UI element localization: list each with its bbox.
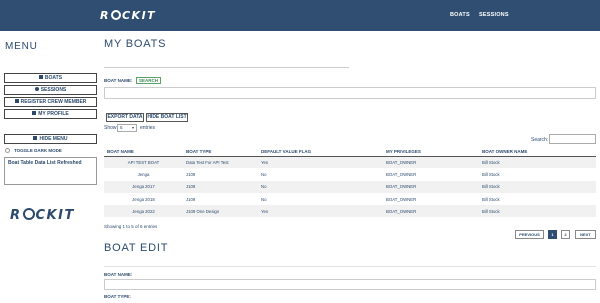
boat-name-cell: API TEST BOAT (104, 156, 183, 169)
section-divider (104, 266, 596, 267)
rockit-side-logo: R CKIT (10, 208, 75, 223)
previous-page-button[interactable]: PREVIOUS (515, 230, 544, 239)
boat-type-cell: J109 One Design (183, 205, 258, 218)
default-flag-cell: Yes (258, 156, 383, 169)
hide-icon (33, 136, 38, 140)
boat-name-cell: Jenga (104, 168, 183, 181)
table-row[interactable]: Jenga 2017 J109 No BOAT_OWNER Bill Stock (104, 180, 596, 193)
ship-icon (38, 75, 43, 79)
entries-label: entries (140, 125, 156, 131)
hide-menu-button[interactable]: HIDE MENU (4, 134, 97, 144)
sidebar-item-my-profile[interactable]: MY PROFILE (4, 109, 97, 119)
boat-name-cell: Jenga 2022 (104, 205, 183, 218)
column-header[interactable]: DEFAULT VALUE FLAG (258, 147, 383, 157)
table-search-label: Search: (531, 137, 549, 143)
boat-type-cell: Data Test For API Test (183, 156, 258, 169)
table-row[interactable]: Jenga 2022 J109 One Design Yes BOAT_OWNE… (104, 205, 596, 218)
boats-table: BOAT NAME BOAT TYPE DEFAULT VALUE FLAG M… (104, 147, 596, 218)
table-row[interactable]: API TEST BOAT Data Test For API Test Yes… (104, 156, 596, 169)
show-label: Show (104, 125, 117, 131)
edit-boat-name-label: BOAT NAME: (104, 272, 133, 277)
logo-ring-icon (22, 208, 35, 220)
privileges-cell: BOAT_OWNER (383, 180, 479, 193)
edit-boat-name-input[interactable] (104, 279, 596, 290)
profile-icon (32, 111, 37, 115)
boat-name-label: BOAT NAME: (104, 78, 133, 83)
page-title: MY BOATS (104, 38, 167, 50)
notification-textarea[interactable]: Boat Table Data List Refreshed (4, 157, 97, 185)
boat-type-cell: J109 (183, 168, 258, 181)
boat-name-input[interactable] (104, 87, 596, 99)
page-1-button[interactable]: 1 (548, 230, 557, 239)
boat-type-cell: J109 (183, 192, 258, 206)
default-flag-cell: No (258, 168, 383, 181)
default-flag-cell: No (258, 180, 383, 193)
rockit-logo[interactable]: R CKIT (100, 9, 156, 22)
export-data-button[interactable]: EXPORT DATA (106, 113, 144, 122)
owner-name-cell: Bill Stock (479, 156, 596, 169)
owner-name-cell: Bill Stock (479, 180, 596, 193)
privileges-cell: BOAT_OWNER (383, 168, 479, 181)
sidebar-item-label: BOATS (44, 75, 63, 81)
logo-ring-icon (110, 10, 121, 20)
table-search-input[interactable] (549, 134, 596, 144)
column-header[interactable]: BOAT NAME (104, 147, 183, 157)
sidebar-item-label: REGISTER CREW MEMBER (20, 99, 87, 105)
sidebar-item-register-crew[interactable]: REGISTER CREW MEMBER (4, 97, 97, 107)
sidebar-item-boats[interactable]: BOATS (4, 73, 97, 83)
boat-name-cell: Jenga 2018 (104, 192, 183, 206)
hide-menu-label: HIDE MENU (39, 136, 68, 142)
default-flag-cell: Yes (258, 205, 383, 218)
hide-boat-list-button[interactable]: HIDE BOAT LIST (146, 113, 188, 122)
table-row[interactable]: Jenga 2018 J109 No BOAT_OWNER Bill Stock (104, 192, 596, 206)
boat-edit-title: BOAT EDIT (104, 242, 169, 254)
sidebar-item-label: SESSIONS (40, 87, 67, 93)
top-navbar: R CKIT BOATS SESSIONS (0, 0, 600, 31)
default-flag-cell: No (258, 192, 383, 206)
dark-mode-label: TOGGLE DARK MODE (14, 148, 62, 153)
menu-title: MENU (5, 41, 38, 52)
boat-type-cell: J109 (183, 180, 258, 193)
entries-per-page-value: 5 (120, 125, 123, 130)
dark-mode-toggle[interactable]: TOGGLE DARK MODE (5, 148, 62, 153)
owner-name-cell: Bill Stock (479, 168, 596, 181)
boat-name-cell: Jenga 2017 (104, 180, 183, 193)
table-info-text: Showing 1 to 5 of 6 entries (104, 224, 158, 229)
table-row[interactable]: Jenga J109 No BOAT_OWNER Bill Stock (104, 168, 596, 181)
nav-sessions-link[interactable]: SESSIONS (479, 12, 509, 18)
column-header[interactable]: MY PRIVILEGES (383, 147, 479, 157)
search-button[interactable]: SEARCH (136, 77, 161, 84)
edit-boat-type-label: BOAT TYPE: (104, 294, 131, 299)
privileges-cell: BOAT_OWNER (383, 205, 479, 218)
chevron-down-icon: ▾ (131, 125, 134, 130)
entries-per-page-select[interactable]: 5 ▾ (117, 124, 137, 132)
toggle-icon[interactable] (5, 148, 10, 153)
users-icon (14, 99, 19, 103)
owner-name-cell: Bill Stock (479, 192, 596, 206)
title-divider (104, 67, 349, 68)
column-header[interactable]: BOAT OWNER NAME (479, 147, 596, 157)
next-page-button[interactable]: NEXT (575, 230, 596, 239)
globe-icon (34, 87, 39, 91)
page-2-button[interactable]: 2 (561, 230, 570, 239)
nav-boats-link[interactable]: BOATS (450, 12, 470, 18)
table-header-row: BOAT NAME BOAT TYPE DEFAULT VALUE FLAG M… (104, 147, 596, 157)
sidebar-item-label: MY PROFILE (38, 111, 69, 117)
sidebar-item-sessions[interactable]: SESSIONS (4, 85, 97, 95)
privileges-cell: BOAT_OWNER (383, 192, 479, 206)
privileges-cell: BOAT_OWNER (383, 156, 479, 169)
owner-name-cell: Bill Stock (479, 205, 596, 218)
column-header[interactable]: BOAT TYPE (183, 147, 258, 157)
